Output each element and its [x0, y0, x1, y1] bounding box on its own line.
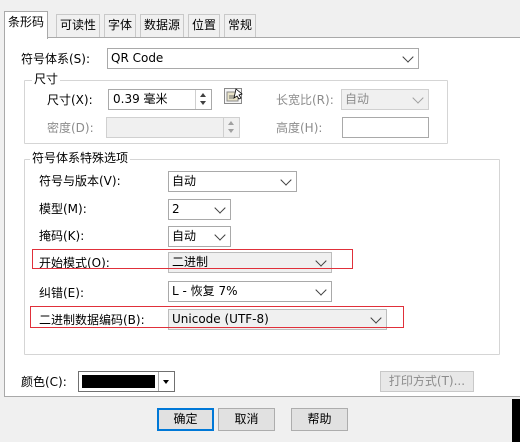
spin-up-icon[interactable] [200, 93, 206, 97]
chevron-down-icon [402, 51, 414, 63]
tab-barcode[interactable]: 条形码 [4, 11, 49, 39]
aspect-ratio-label: 长宽比(R): [276, 93, 334, 107]
ok-button[interactable]: 确定 [157, 408, 214, 431]
chevron-down-icon [315, 255, 327, 267]
spin-up-icon [228, 121, 234, 125]
binary-encoding-dropdown[interactable]: Unicode (UTF-8) [168, 309, 387, 330]
background-window-edge [512, 399, 520, 442]
symbology-value: QR Code [111, 51, 164, 65]
error-correction-dropdown[interactable]: L - 恢复 7% [168, 281, 332, 302]
aspect-ratio-dropdown: 自动 [341, 89, 429, 110]
symbology-options-title: 符号体系特殊选项 [30, 150, 131, 166]
chevron-down-icon [370, 312, 382, 324]
tab-position[interactable]: 位置 [188, 14, 221, 37]
tab-readability[interactable]: 可读性 [56, 14, 101, 37]
color-swatch [82, 375, 155, 388]
mask-dropdown[interactable]: 自动 [168, 226, 231, 247]
version-value: 自动 [172, 174, 197, 188]
spin-down-icon[interactable] [200, 101, 206, 105]
mask-value: 自动 [172, 229, 197, 243]
tab-font[interactable]: 字体 [104, 14, 137, 37]
error-correction-value: L - 恢复 7% [172, 284, 238, 298]
chevron-down-icon [280, 174, 292, 186]
tab-strip: 条形码 可读性 字体 数据源 位置 常规 [0, 0, 520, 39]
symbology-dropdown[interactable]: QR Code [107, 48, 419, 69]
size-stepper[interactable]: 0.39 毫米 [108, 89, 212, 110]
start-mode-value: 二进制 [172, 255, 209, 269]
height-label: 高度(H): [276, 121, 323, 135]
triangle-down-icon [163, 380, 169, 384]
help-button[interactable]: 帮助 [291, 408, 348, 431]
binary-encoding-value: Unicode (UTF-8) [172, 312, 269, 326]
chevron-down-icon [315, 284, 327, 296]
tab-general[interactable]: 常规 [224, 14, 257, 37]
chevron-down-icon [214, 202, 226, 214]
chevron-down-icon [412, 92, 424, 104]
size-label: 尺寸(X): [47, 93, 93, 107]
tab-data-source[interactable]: 数据源 [140, 14, 185, 37]
error-correction-label: 纠错(E): [39, 286, 84, 300]
color-picker[interactable] [78, 371, 175, 392]
color-dropdown-button[interactable] [158, 372, 174, 391]
density-stepper [106, 117, 240, 138]
start-mode-dropdown[interactable]: 二进制 [168, 252, 332, 273]
version-dropdown[interactable]: 自动 [168, 171, 297, 192]
size-spin-buttons[interactable] [195, 90, 211, 109]
start-mode-label: 开始模式(O): [39, 256, 110, 270]
cancel-button[interactable]: 取消 [218, 408, 275, 431]
version-label: 符号与版本(V): [39, 174, 121, 188]
aspect-ratio-value: 自动 [345, 92, 370, 106]
model-value: 2 [172, 202, 180, 216]
size-value: 0.39 毫米 [113, 92, 168, 106]
density-spin-buttons [223, 118, 239, 137]
density-label: 密度(D): [47, 121, 94, 135]
binary-encoding-label: 二进制数据编码(B): [39, 313, 145, 327]
model-label: 模型(M): [39, 202, 87, 216]
spin-down-icon [228, 129, 234, 133]
mask-label: 掩码(K): [39, 229, 85, 243]
print-method-button: 打印方式(T)... [380, 371, 474, 392]
size-picker-button[interactable] [223, 87, 245, 107]
height-input[interactable] [342, 117, 429, 138]
symbology-label: 符号体系(S): [21, 52, 91, 66]
size-picker-icon [224, 88, 243, 104]
size-group-title: 尺寸 [32, 71, 61, 87]
chevron-down-icon [214, 229, 226, 241]
color-label: 颜色(C): [21, 375, 67, 389]
model-dropdown[interactable]: 2 [168, 199, 231, 220]
